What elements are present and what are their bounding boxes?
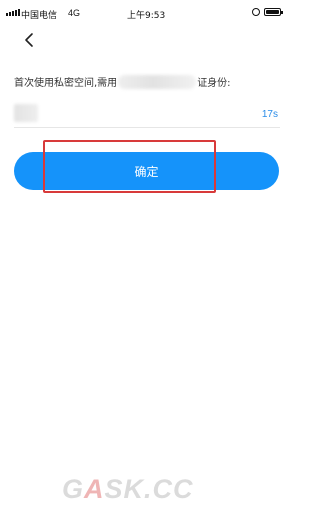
watermark-suffix: SK.CC <box>104 474 194 504</box>
network-type: 4G <box>68 8 81 18</box>
watermark-logo: G A SK.CC <box>62 474 194 505</box>
watermark-prefix: G <box>62 474 85 504</box>
alarm-icon <box>252 8 260 16</box>
carrier-name: 中国电信 <box>21 11 58 21</box>
verification-code-input[interactable] <box>14 104 38 122</box>
chevron-left-icon <box>25 33 33 47</box>
prompt-text-start: 首次使用私密空间,需用 <box>14 78 118 89</box>
battery-icon <box>264 8 283 16</box>
watermark-accent: A <box>84 474 105 504</box>
confirm-button[interactable]: 确定 <box>14 152 279 190</box>
status-bar: 中国电信 4G 上午9:53 <box>0 0 289 22</box>
status-time: 上午9:53 <box>127 11 166 21</box>
verification-prompt: 首次使用私密空间,需用 证身份: <box>14 74 231 89</box>
back-button[interactable] <box>19 29 41 51</box>
verification-code-row: 17s <box>14 101 280 128</box>
redacted-phone-number <box>118 74 197 89</box>
resend-countdown: 17s <box>261 109 278 120</box>
signal-icon <box>6 9 20 16</box>
prompt-text-end: 证身份: <box>197 78 231 89</box>
